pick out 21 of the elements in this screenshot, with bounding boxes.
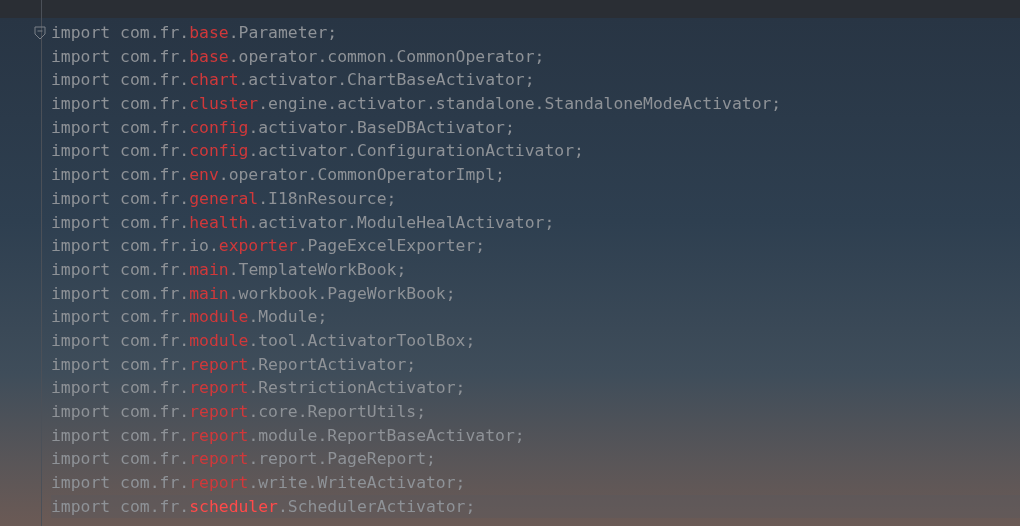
code-line: import com.fr.module.Module; [51,306,328,329]
code-line: import com.fr.cluster.engine.activator.standalone.StandaloneModeActivator; [51,93,782,116]
code-line: import com.fr.report.report.PageReport; [51,448,436,471]
code-line: import com.fr.config.activator.ConfigurationActivator; [51,140,584,163]
code-line: import com.fr.report.module.ReportBaseActivator; [51,424,525,447]
code-line: import com.fr.general.I18nResource; [51,187,397,210]
code-line: import com.fr.main.TemplateWorkBook; [51,258,407,281]
code-line: import com.fr.env.operator.CommonOperatorImpl; [51,164,505,187]
code-line: import com.fr.report.core.ReportUtils; [51,401,426,423]
code-line: import com.fr.report.ReportActivator; [51,353,417,376]
code-line: import com.fr.base.Parameter; [51,22,338,44]
code-line: import com.fr.report.write.WriteActivator; [51,472,466,495]
code-line: import com.fr.health.activator.ModuleHealActivator; [51,211,555,234]
code-line: import com.fr.chart.activator.ChartBaseActivator; [51,69,535,92]
code-line: import com.fr.base.operator.common.CommonOperator; [51,45,545,68]
code-line: import com.fr.report.RestrictionActivator; [51,377,466,400]
code-line: import com.fr.module.tool.ActivatorToolBox; [51,329,476,352]
fold-icon[interactable] [34,25,46,40]
code-line: import com.fr.main.workbook.PageWorkBook; [51,282,456,305]
code-line: import com.fr.io.exporter.PageExcelExporter; [51,235,486,258]
code-line: import com.fr.config.activator.BaseDBActivator; [51,116,515,139]
